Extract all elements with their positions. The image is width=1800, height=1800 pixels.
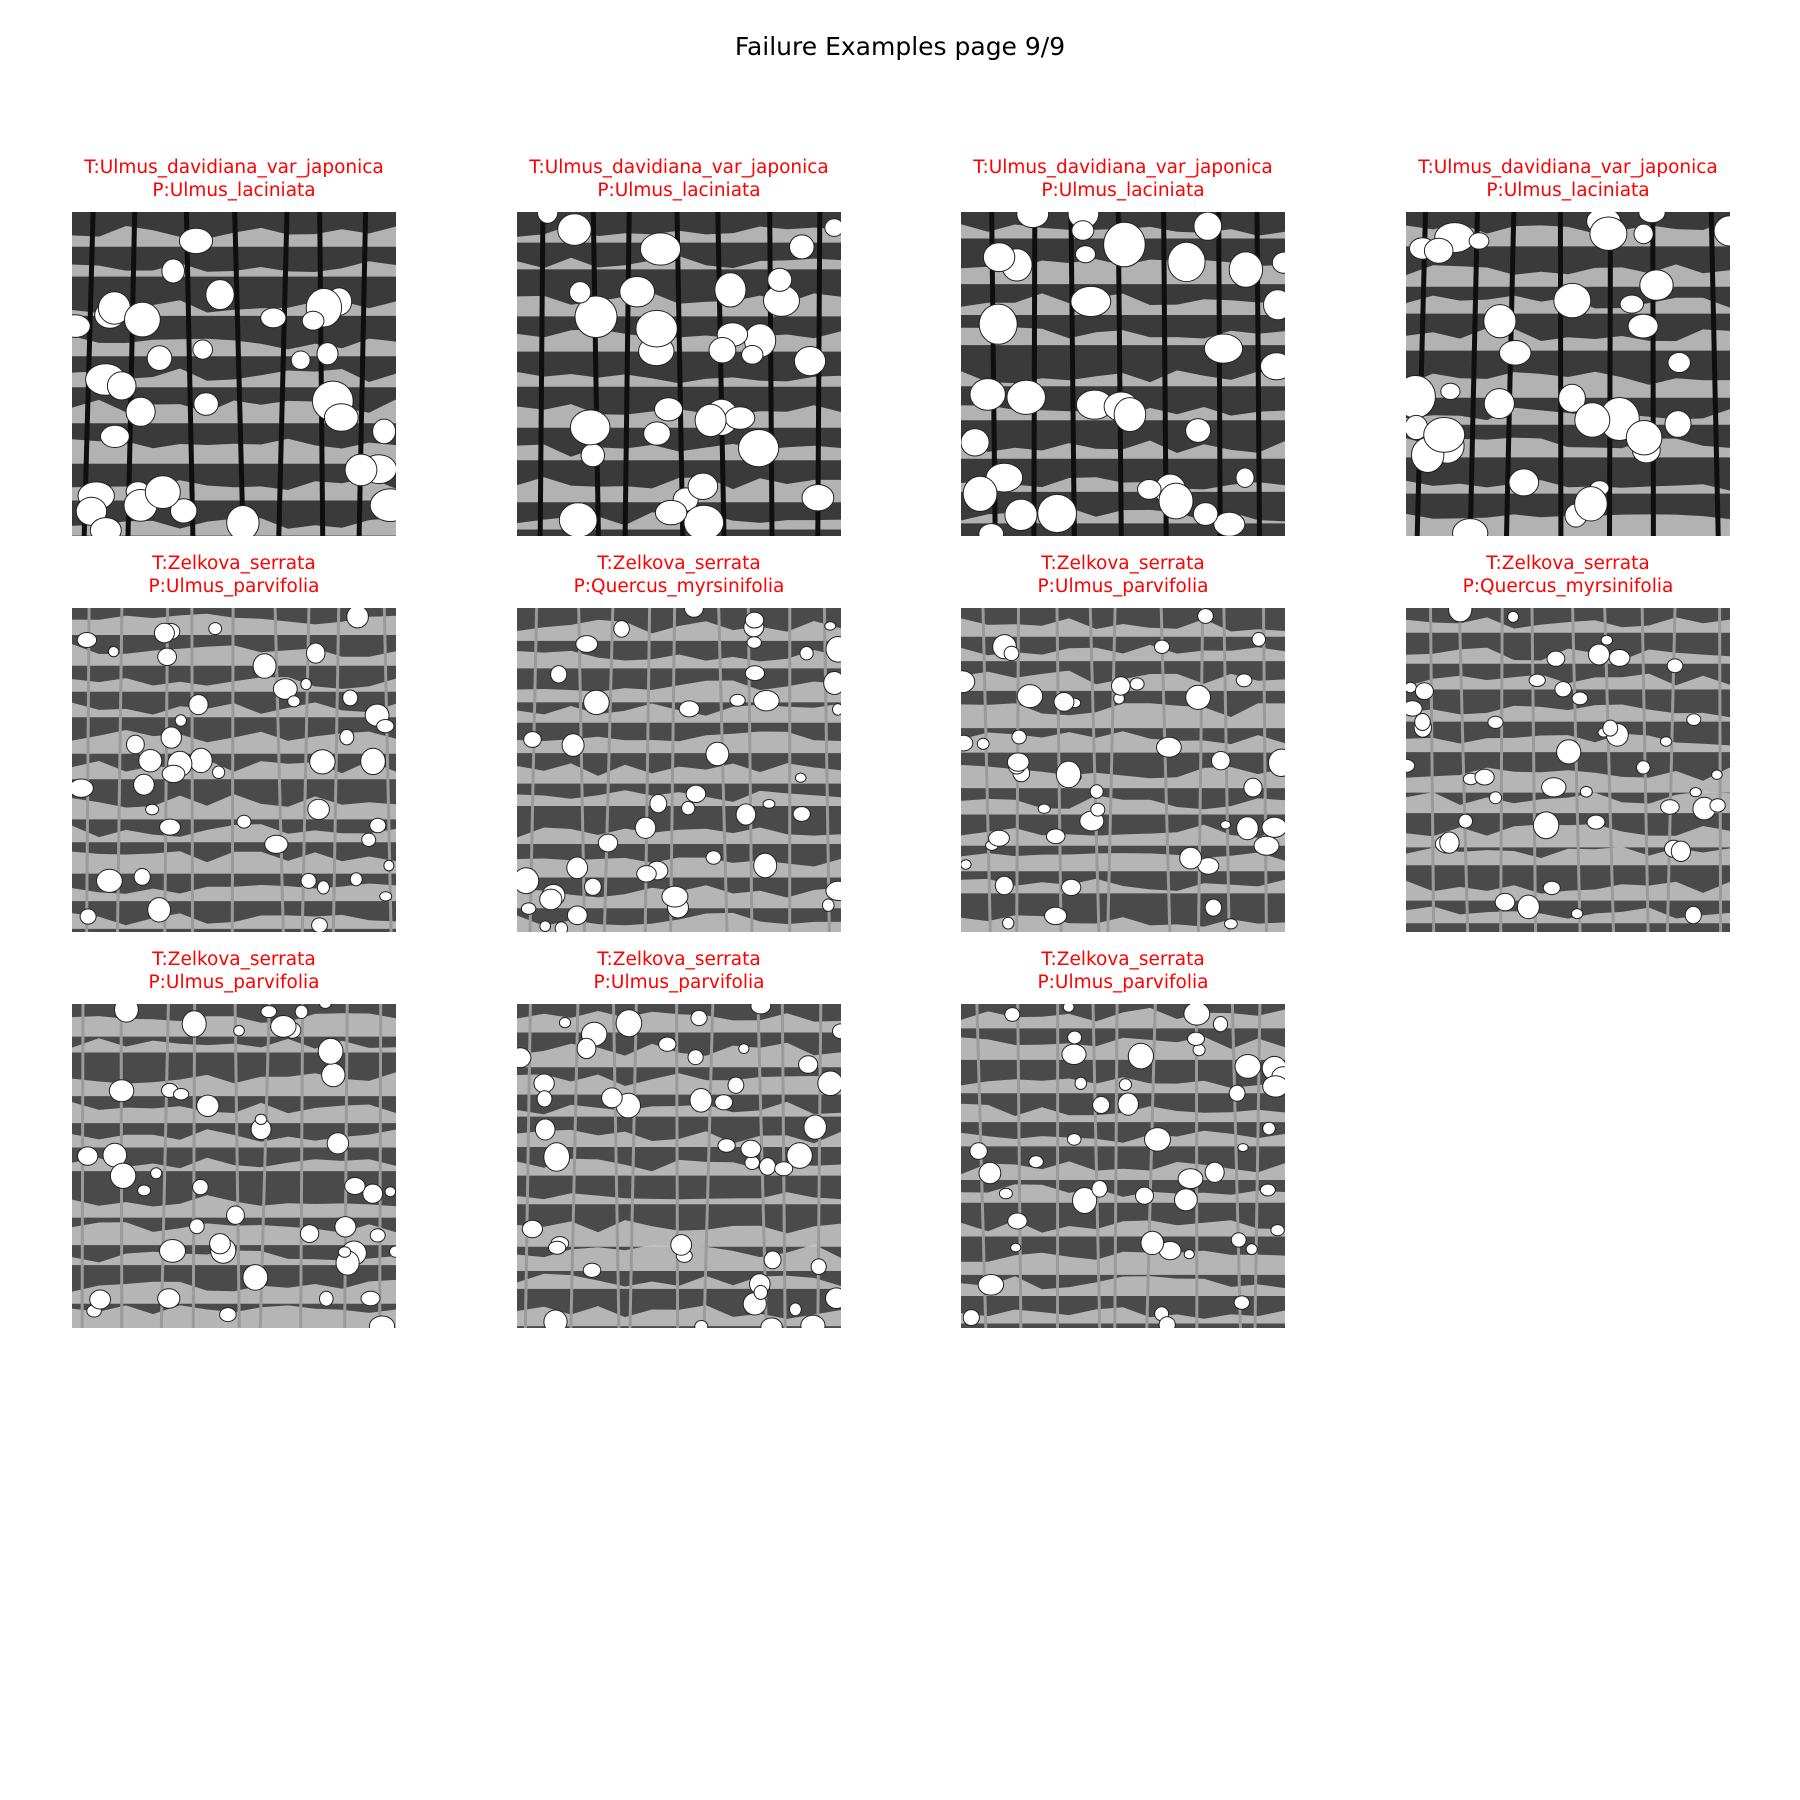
failure-example: T:Zelkova_serrata P:Ulmus_parvifolia (961, 552, 1285, 932)
example-label: T:Zelkova_serrata P:Ulmus_parvifolia (12, 948, 456, 994)
true-label: T:Zelkova_serrata (597, 949, 761, 970)
failure-example: T:Zelkova_serrata P:Quercus_myrsinifolia (1406, 552, 1730, 932)
failure-example: T:Ulmus_davidiana_var_japonica P:Ulmus_la… (517, 156, 841, 536)
failure-example: T:Ulmus_davidiana_var_japonica P:Ulmus_la… (1406, 156, 1730, 536)
true-label: T:Zelkova_serrata (1486, 553, 1650, 574)
example-label: T:Zelkova_serrata P:Quercus_myrsinifolia (457, 552, 901, 598)
true-label: T:Ulmus_davidiana_var_japonica (529, 157, 829, 178)
example-label: T:Ulmus_davidiana_var_japonica P:Ulmus_la… (457, 156, 901, 202)
wood-micrograph-image (517, 1004, 841, 1328)
example-label: T:Zelkova_serrata P:Quercus_myrsinifolia (1346, 552, 1790, 598)
predicted-label: P:Ulmus_parvifolia (1037, 576, 1209, 597)
predicted-label: P:Ulmus_laciniata (1041, 180, 1205, 201)
wood-micrograph-image (517, 608, 841, 932)
example-label: T:Ulmus_davidiana_var_japonica P:Ulmus_la… (12, 156, 456, 202)
failure-example: T:Ulmus_davidiana_var_japonica P:Ulmus_la… (961, 156, 1285, 536)
predicted-label: P:Ulmus_parvifolia (593, 972, 765, 993)
predicted-label: P:Ulmus_laciniata (152, 180, 316, 201)
true-label: T:Zelkova_serrata (152, 553, 316, 574)
failure-example: T:Zelkova_serrata P:Ulmus_parvifolia (961, 948, 1285, 1328)
failure-example: T:Zelkova_serrata P:Ulmus_parvifolia (517, 948, 841, 1328)
example-label: T:Ulmus_davidiana_var_japonica P:Ulmus_la… (1346, 156, 1790, 202)
example-label: T:Zelkova_serrata P:Ulmus_parvifolia (457, 948, 901, 994)
example-label: T:Ulmus_davidiana_var_japonica P:Ulmus_la… (901, 156, 1345, 202)
wood-micrograph-image (517, 212, 841, 536)
true-label: T:Zelkova_serrata (1041, 553, 1205, 574)
wood-micrograph-image (1406, 212, 1730, 536)
predicted-label: P:Ulmus_laciniata (597, 180, 761, 201)
true-label: T:Zelkova_serrata (1041, 949, 1205, 970)
examples-grid: T:Ulmus_davidiana_var_japonica P:Ulmus_la… (0, 0, 1800, 1800)
true-label: T:Zelkova_serrata (152, 949, 316, 970)
failure-example: T:Zelkova_serrata P:Ulmus_parvifolia (72, 552, 396, 932)
example-label: T:Zelkova_serrata P:Ulmus_parvifolia (901, 552, 1345, 598)
wood-micrograph-image (72, 608, 396, 932)
wood-micrograph-image (961, 212, 1285, 536)
failure-example: T:Zelkova_serrata P:Ulmus_parvifolia (72, 948, 396, 1328)
wood-micrograph-image (72, 1004, 396, 1328)
wood-micrograph-image (961, 608, 1285, 932)
predicted-label: P:Ulmus_laciniata (1486, 180, 1650, 201)
failure-example: T:Zelkova_serrata P:Quercus_myrsinifolia (517, 552, 841, 932)
failure-example: T:Ulmus_davidiana_var_japonica P:Ulmus_la… (72, 156, 396, 536)
predicted-label: P:Ulmus_parvifolia (148, 972, 320, 993)
true-label: T:Ulmus_davidiana_var_japonica (973, 157, 1273, 178)
predicted-label: P:Quercus_myrsinifolia (573, 576, 785, 597)
true-label: T:Ulmus_davidiana_var_japonica (1418, 157, 1718, 178)
example-label: T:Zelkova_serrata P:Ulmus_parvifolia (12, 552, 456, 598)
wood-micrograph-image (1406, 608, 1730, 932)
predicted-label: P:Ulmus_parvifolia (1037, 972, 1209, 993)
predicted-label: P:Ulmus_parvifolia (148, 576, 320, 597)
wood-micrograph-image (72, 212, 396, 536)
predicted-label: P:Quercus_myrsinifolia (1462, 576, 1674, 597)
true-label: T:Ulmus_davidiana_var_japonica (84, 157, 384, 178)
wood-micrograph-image (961, 1004, 1285, 1328)
true-label: T:Zelkova_serrata (597, 553, 761, 574)
example-label: T:Zelkova_serrata P:Ulmus_parvifolia (901, 948, 1345, 994)
